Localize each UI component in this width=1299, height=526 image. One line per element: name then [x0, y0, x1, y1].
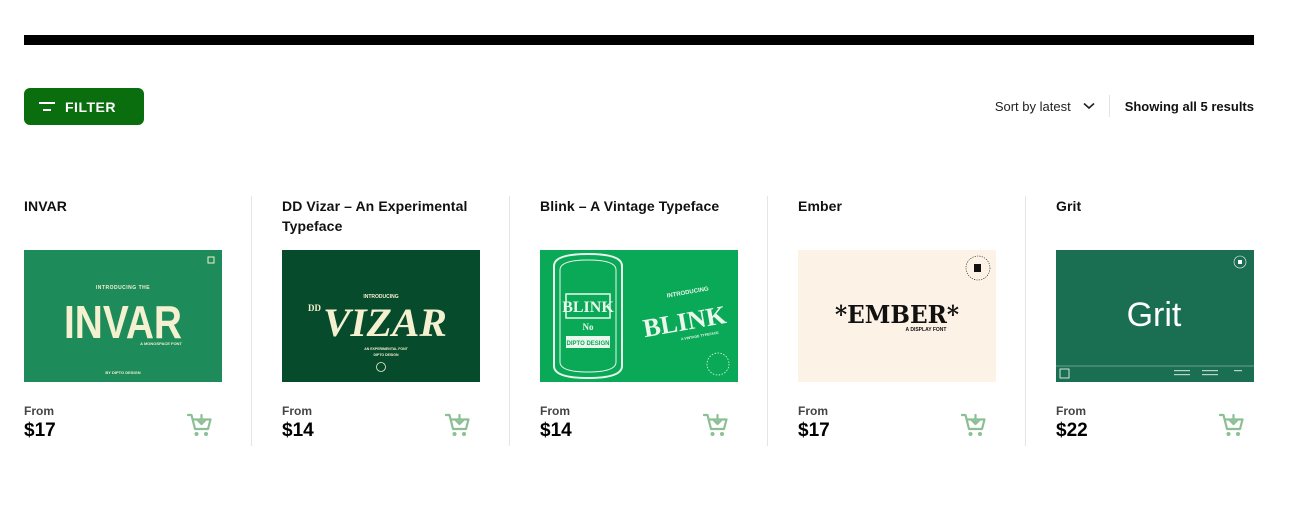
price-prefix: From — [1056, 404, 1086, 418]
product-title[interactable]: INVAR — [24, 196, 222, 216]
product-card: Grit Grit From $22 — [1056, 196, 1254, 446]
filter-lines-icon — [39, 101, 55, 111]
price-value: $17 — [798, 420, 830, 441]
product-thumbnail[interactable]: *EMBER* A DISPLAY FONT — [798, 250, 996, 382]
product-card: DD Vizar – An Experimental Typeface INTR… — [282, 196, 480, 446]
grit-cover-image: Grit — [1056, 250, 1254, 382]
cover-name: Grit — [1127, 296, 1182, 334]
product-grid: INVAR INTRODUCING THE INVAR A MONOSPACE … — [24, 196, 1254, 446]
price-value: $14 — [540, 420, 572, 441]
card-divider — [509, 196, 510, 446]
cover-tagline: A DISPLAY FONT — [906, 327, 947, 333]
price-prefix: From — [282, 404, 312, 418]
cover-prefix: DD — [308, 303, 321, 313]
badge-credit: DIPTO DESIGN — [567, 341, 610, 347]
product-title[interactable]: DD Vizar – An Experimental Typeface — [282, 196, 480, 236]
invar-cover-image: INTRODUCING THE INVAR A MONOSPACE FONT B… — [24, 250, 222, 382]
vizar-cover-image: INTRODUCING DD VIZAR AN EXPERIMENTAL FON… — [282, 250, 480, 382]
product-thumbnail[interactable]: BLINK No DIPTO DESIGN INTRODUCING BLINK … — [540, 250, 738, 382]
product-thumbnail[interactable]: INTRODUCING DD VIZAR AN EXPERIMENTAL FON… — [282, 250, 480, 382]
add-to-cart-icon[interactable] — [961, 412, 987, 438]
add-to-cart-icon[interactable] — [1219, 412, 1245, 438]
ember-cover-image: *EMBER* A DISPLAY FONT — [798, 250, 996, 382]
product-title[interactable]: Blink – A Vintage Typeface — [540, 196, 738, 216]
filter-button[interactable]: FILTER — [24, 88, 144, 125]
cover-intro: INTRODUCING THE — [96, 285, 150, 291]
product-thumbnail[interactable]: Grit — [1056, 250, 1254, 382]
card-divider — [1025, 196, 1026, 446]
card-divider — [767, 196, 768, 446]
price-value: $17 — [24, 420, 56, 441]
cover-name: *EMBER* — [835, 300, 959, 329]
results-count: Showing all 5 results — [1124, 98, 1254, 114]
sort-and-results: Sort by latest Showing all 5 results — [995, 95, 1254, 117]
price-prefix: From — [540, 404, 570, 418]
product-title[interactable]: Grit — [1056, 196, 1254, 216]
product-card: Blink – A Vintage Typeface BLINK No DIPT… — [540, 196, 738, 446]
chevron-down-icon — [1083, 102, 1095, 110]
cover-tagline: AN EXPERIMENTAL FONT — [364, 347, 408, 351]
card-divider — [251, 196, 252, 446]
sort-dropdown[interactable]: Sort by latest — [995, 99, 1109, 114]
price-value: $22 — [1056, 420, 1088, 441]
cover-credit: DIPTO DESIGN — [373, 353, 398, 357]
add-to-cart-icon[interactable] — [187, 412, 213, 438]
product-thumbnail[interactable]: INTRODUCING THE INVAR A MONOSPACE FONT B… — [24, 250, 222, 382]
badge-number: No — [583, 322, 594, 332]
add-to-cart-icon[interactable] — [703, 412, 729, 438]
cover-credit: BY DIPTO DESIGN — [105, 370, 140, 375]
add-to-cart-icon[interactable] — [445, 412, 471, 438]
product-title[interactable]: Ember — [798, 196, 996, 216]
price-prefix: From — [798, 404, 828, 418]
filter-button-label: FILTER — [65, 98, 116, 115]
top-divider-bar — [24, 35, 1254, 45]
price-value: $14 — [282, 420, 314, 441]
sort-dropdown-label: Sort by latest — [994, 98, 1071, 114]
product-card: Ember *EMBER* A DISPLAY FONT From $17 — [798, 196, 996, 446]
product-card: INVAR INTRODUCING THE INVAR A MONOSPACE … — [24, 196, 222, 446]
cover-name: VIZAR — [323, 300, 447, 345]
badge-name: BLINK — [562, 299, 614, 316]
price-prefix: From — [24, 404, 54, 418]
blink-cover-image: BLINK No DIPTO DESIGN INTRODUCING BLINK … — [540, 250, 738, 382]
cover-tagline: A MONOSPACE FONT — [140, 341, 182, 346]
